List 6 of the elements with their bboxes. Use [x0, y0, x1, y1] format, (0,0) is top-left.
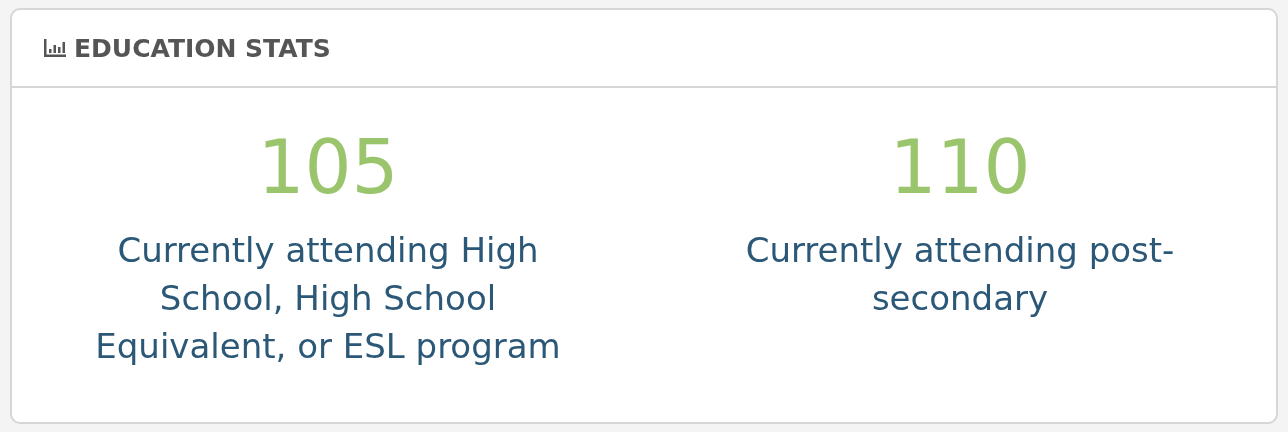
stat-value: 105 [257, 130, 399, 204]
bar-chart-icon [44, 39, 66, 57]
stat-label: Currently attending post-secondary [744, 229, 1176, 320]
stat-label: Currently attending High School, High School Equivalent, or ESL program [94, 229, 562, 368]
panel-title: EDUCATION STATS [74, 33, 331, 63]
stat-value: 110 [889, 130, 1031, 204]
